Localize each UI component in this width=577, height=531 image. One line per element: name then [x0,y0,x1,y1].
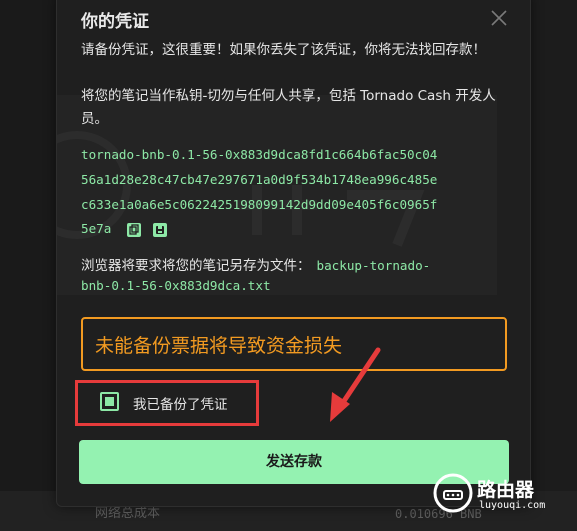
note-line-4: 5e7a [81,221,112,236]
copy-icon[interactable] [127,223,141,237]
backup-note-modal: 你的凭证 请备份凭证，这很重要！如果你丢失了该凭证，你将无法找回存款！ 将您的笔… [56,0,531,507]
save-file-notice: 浏览器将要求将您的笔记另存为文件： backup-tornado- [81,254,430,274]
save-icon[interactable] [153,223,167,237]
note-line-1: tornado-bnb-0.1-56-0x883d9dca8fd1c664b6f… [81,147,438,162]
site-watermark-logo: 路由器 luyouqi.com [433,473,563,517]
logo-url: luyouqi.com [479,500,546,511]
note-line-3: c633e1a0a6e5c0622425198099142d9dd09e405f… [81,197,438,212]
loss-warning-text: 未能备份票据将导致资金损失 [95,335,343,357]
backup-confirm-label[interactable]: 我已备份了凭证 [133,393,228,413]
backup-warning-text: 请备份凭证，这很重要！如果你丢失了该凭证，你将无法找回存款！ [81,42,486,58]
close-icon[interactable] [490,9,508,27]
save-file-prefix: 浏览器将要求将您的笔记另存为文件： [81,258,311,274]
save-filename-part1: backup-tornado- [316,258,431,273]
screen: 网络总成本 0.010696 BNB 你的凭证 请备份凭证，这很重要！如果你丢失… [0,0,577,531]
modal-title: 你的凭证 [81,12,149,32]
router-icon [433,473,473,513]
backup-confirm-highlight: 我已备份了凭证 [75,380,259,426]
private-key-notice: 将您的笔记当作私钥-切勿与任何人共享，包括 Tornado Cash 开发人员。 [81,88,496,127]
backup-confirm-checkbox[interactable] [100,392,119,411]
checkbox-check-mark [105,397,114,406]
logo-text: 路由器 [477,479,535,501]
loss-warning-box: 未能备份票据将导致资金损失 [81,317,507,371]
save-filename-part2: bnb-0.1-56-0x883d9dca.txt [81,278,271,293]
note-line-2: 56a1d28e28c47cb47e297671a0d9f534b1748ea9… [81,172,438,187]
